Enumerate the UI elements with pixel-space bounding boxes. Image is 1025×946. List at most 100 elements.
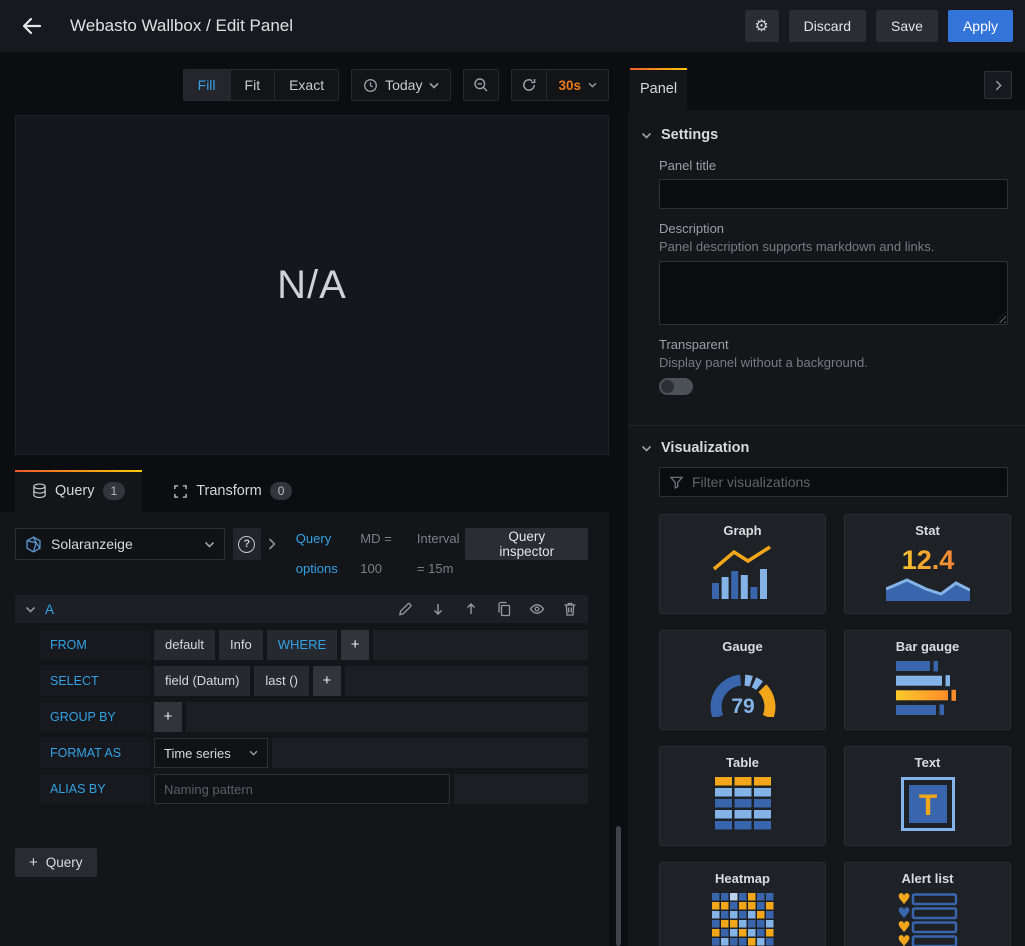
viz-card-heatmap[interactable]: Heatmap xyxy=(659,862,826,946)
tab-transform[interactable]: Transform 0 xyxy=(156,470,309,512)
zoom-out-button[interactable] xyxy=(464,70,498,100)
viz-card-gauge[interactable]: Gauge 79 xyxy=(659,630,826,730)
svg-text:T: T xyxy=(918,789,936,822)
settings-section-header[interactable]: Settings xyxy=(638,127,1009,143)
panel-title-input[interactable] xyxy=(659,179,1008,209)
where-label[interactable]: WHERE xyxy=(267,630,337,660)
filter-visualizations-input[interactable] xyxy=(659,467,1008,497)
toggle-knob xyxy=(661,380,674,393)
select-function-part[interactable]: last () xyxy=(254,666,309,696)
visualization-heading: Visualization xyxy=(661,440,749,456)
query-row-header[interactable]: A xyxy=(15,595,588,623)
query-interval: Interval = 15m xyxy=(417,524,466,584)
edit-query-button[interactable] xyxy=(397,601,413,617)
from-measurement-part[interactable]: Info xyxy=(219,630,263,660)
text-viz-icon: T xyxy=(901,777,955,831)
delete-query-button[interactable] xyxy=(562,601,578,617)
transform-icon xyxy=(173,484,188,499)
row-filler xyxy=(345,666,588,696)
viz-card-alert-list[interactable]: Alert list ♥ ♥ ♥ ♥ xyxy=(844,862,1011,946)
query-options-toggle[interactable] xyxy=(261,528,284,560)
move-query-down-button[interactable] xyxy=(430,601,446,617)
tab-panel[interactable]: Panel xyxy=(630,68,687,110)
copy-icon xyxy=(496,601,512,617)
viz-card-table[interactable]: Table xyxy=(659,746,826,846)
refresh-interval-label: 30s xyxy=(558,78,581,93)
display-mode-group: Fill Fit Exact xyxy=(183,69,339,101)
visualization-section-header[interactable]: Visualization xyxy=(638,440,1009,456)
query-max-data-points: MD = 100 xyxy=(360,524,405,584)
fill-mode-button[interactable]: Fill xyxy=(184,70,230,100)
add-where-button[interactable]: + xyxy=(341,630,369,660)
description-input[interactable] xyxy=(659,261,1008,325)
collapse-options-button[interactable] xyxy=(984,71,1012,99)
options-sidebar: Panel Settings Panel title Description P… xyxy=(628,52,1025,946)
chevron-down-icon xyxy=(641,132,652,139)
gauge-viz-icon: 79 xyxy=(705,661,781,717)
gear-icon: ⚙ xyxy=(754,16,768,36)
add-query-button[interactable]: + Query xyxy=(15,848,97,877)
row-filler xyxy=(272,738,588,768)
tab-query[interactable]: Query 1 xyxy=(15,470,142,512)
fit-mode-button[interactable]: Fit xyxy=(230,70,275,100)
toggle-query-visibility-button[interactable] xyxy=(529,601,545,617)
viz-card-text[interactable]: Text T xyxy=(844,746,1011,846)
refresh-group: 30s xyxy=(511,69,609,101)
save-button[interactable]: Save xyxy=(876,10,938,42)
datasource-help-button[interactable]: ? xyxy=(233,528,260,560)
svg-text:79: 79 xyxy=(731,695,754,717)
datasource-row: Solaranzeige ? Query options MD = 100 In… xyxy=(15,528,588,576)
viz-card-label: Gauge xyxy=(722,639,762,654)
exact-mode-button[interactable]: Exact xyxy=(274,70,338,100)
select-field-part[interactable]: field (Datum) xyxy=(154,666,250,696)
back-button[interactable] xyxy=(12,6,52,46)
move-query-up-button[interactable] xyxy=(463,601,479,617)
duplicate-query-button[interactable] xyxy=(496,601,512,617)
format-as-value: Time series xyxy=(164,746,231,761)
transparent-toggle[interactable] xyxy=(659,378,693,395)
viz-card-stat[interactable]: Stat 12.4 xyxy=(844,514,1011,614)
refresh-button[interactable] xyxy=(512,70,546,100)
sidebar-content: Settings Panel title Description Panel d… xyxy=(628,110,1025,946)
datasource-picker[interactable]: Solaranzeige xyxy=(15,528,225,560)
top-header: Webasto Wallbox / Edit Panel ⚙ Discard S… xyxy=(0,0,1025,52)
select-label: SELECT xyxy=(40,666,150,696)
graph-viz-icon xyxy=(712,545,774,599)
query-inspector-button[interactable]: Query inspector xyxy=(465,528,588,560)
datasource-name: Solaranzeige xyxy=(51,536,195,552)
from-policy-part[interactable]: default xyxy=(154,630,215,660)
refresh-interval-dropdown[interactable]: 30s xyxy=(546,70,608,100)
svg-text:♥: ♥ xyxy=(897,932,910,946)
settings-button[interactable]: ⚙ xyxy=(745,10,779,42)
visualization-grid: Graph Stat 12.4 xyxy=(659,514,1009,946)
add-select-button[interactable]: + xyxy=(313,666,341,696)
pencil-icon xyxy=(397,601,413,617)
group-by-label: GROUP BY xyxy=(40,702,150,732)
time-range-picker[interactable]: Today xyxy=(352,70,450,100)
sidebar-tabbar: Panel xyxy=(628,52,1025,110)
panel-preview: N/A xyxy=(15,115,609,455)
add-group-by-button[interactable]: + xyxy=(154,702,182,732)
chevron-down-icon xyxy=(641,445,652,452)
chevron-right-icon xyxy=(995,80,1002,91)
query-select-row: SELECT field (Datum) last () + xyxy=(40,666,588,696)
add-query-label: Query xyxy=(46,855,83,870)
discard-button[interactable]: Discard xyxy=(789,10,866,42)
chevron-right-icon xyxy=(268,538,276,550)
format-as-select[interactable]: Time series xyxy=(154,738,268,768)
table-viz-icon xyxy=(715,777,771,831)
bar-gauge-viz-icon xyxy=(896,661,960,715)
arrow-down-icon xyxy=(430,601,446,617)
query-options-label[interactable]: Query options xyxy=(296,524,348,584)
viz-card-graph[interactable]: Graph xyxy=(659,514,826,614)
viz-card-label: Graph xyxy=(723,523,761,538)
editor-tabs: Query 1 Transform 0 xyxy=(15,470,309,512)
heatmap-viz-icon xyxy=(712,893,774,946)
apply-button[interactable]: Apply xyxy=(948,10,1013,42)
chevron-down-icon xyxy=(204,541,215,548)
alias-input[interactable] xyxy=(154,774,450,804)
scrollbar-thumb[interactable] xyxy=(616,826,621,946)
viz-card-bar-gauge[interactable]: Bar gauge xyxy=(844,630,1011,730)
query-from-row: FROM default Info WHERE + xyxy=(40,630,588,660)
transparent-help: Display panel without a background. xyxy=(659,355,1009,370)
